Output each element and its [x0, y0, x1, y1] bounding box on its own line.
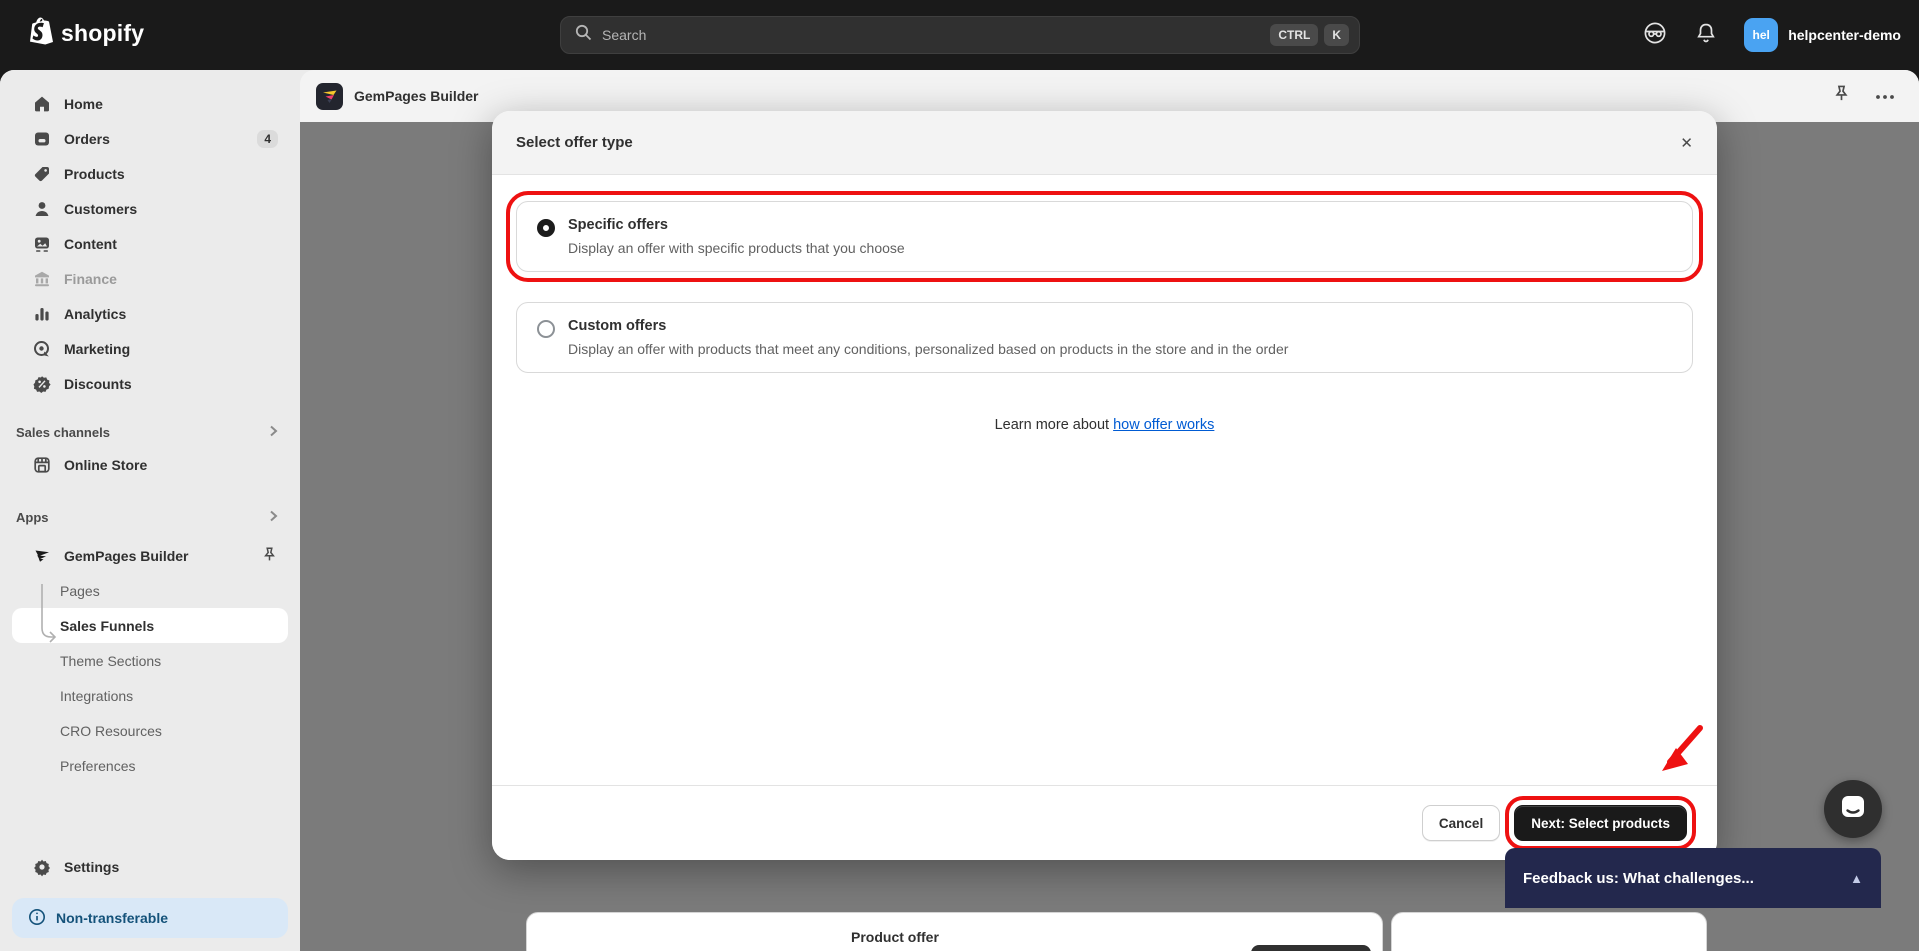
avatar: hel: [1744, 18, 1779, 52]
sidebar-item-orders[interactable]: Orders 4: [12, 121, 288, 156]
annotation-arrow: [1662, 725, 1703, 771]
sidebar-item-finance[interactable]: Finance: [12, 261, 288, 296]
chevron-right-icon: [266, 424, 280, 441]
sidebar-item-integrations[interactable]: Integrations: [12, 678, 288, 713]
home-icon: [32, 94, 52, 114]
products-tag-icon: [32, 164, 52, 184]
option-description: Display an offer with specific products …: [568, 240, 905, 256]
select-offer-type-modal: Select offer type ✕ Specific offers Disp…: [492, 111, 1717, 860]
feedback-bar[interactable]: Feedback us: What challenges... ▲: [1505, 848, 1881, 908]
pin-icon[interactable]: [1832, 84, 1851, 108]
option-title: Custom offers: [568, 318, 667, 334]
app-title: GemPages Builder: [354, 88, 479, 104]
modal-header: Select offer type ✕: [492, 111, 1717, 175]
sidebar-item-products[interactable]: Products: [12, 156, 288, 191]
sidebar-item-analytics[interactable]: Analytics: [12, 296, 288, 331]
analytics-icon: [32, 304, 52, 324]
sidebar-item-sales-funnels[interactable]: Sales Funnels: [12, 608, 288, 643]
gempages-flag-icon: [32, 546, 52, 566]
shopify-wordmark: shopify: [61, 20, 145, 46]
kbd-k: K: [1324, 24, 1349, 46]
info-icon: [28, 908, 46, 929]
option-title: Specific offers: [568, 217, 668, 233]
gear-icon: [32, 857, 52, 877]
chat-icon: [1838, 793, 1868, 826]
account-menu[interactable]: hel helpcenter-demo: [1744, 18, 1901, 52]
assistant-face-icon[interactable]: [1642, 20, 1668, 51]
pin-icon[interactable]: [261, 546, 278, 566]
sidebar-item-home[interactable]: Home: [12, 86, 288, 121]
orders-icon: [32, 129, 52, 149]
sidebar-item-marketing[interactable]: Marketing: [12, 331, 288, 366]
notifications-bell-icon[interactable]: [1694, 21, 1718, 50]
search-input[interactable]: Search CTRL K: [560, 16, 1360, 54]
cancel-button[interactable]: Cancel: [1421, 805, 1501, 841]
admin-frame: Home Orders 4 Products Customers Content…: [0, 70, 1919, 951]
option-custom-offers[interactable]: Custom offers Display an offer with prod…: [516, 302, 1693, 373]
sidebar-item-settings[interactable]: Settings: [12, 849, 288, 884]
option-specific-offers[interactable]: Specific offers Display an offer with sp…: [506, 191, 1703, 282]
close-icon[interactable]: ✕: [1680, 134, 1693, 152]
bg-side-panel: [1391, 912, 1707, 951]
chat-launcher-button[interactable]: [1824, 780, 1882, 838]
sidebar-item-cro-resources[interactable]: CRO Resources: [12, 713, 288, 748]
sidebar-item-discounts[interactable]: Discounts: [12, 366, 288, 401]
feedback-label: Feedback us: What challenges...: [1523, 869, 1754, 887]
more-options-icon[interactable]: [1875, 87, 1895, 105]
search-icon: [575, 24, 592, 46]
sidebar-item-customers[interactable]: Customers: [12, 191, 288, 226]
customers-icon: [32, 199, 52, 219]
sidebar-item-content[interactable]: Content: [12, 226, 288, 261]
sales-channels-section[interactable]: Sales channels: [0, 417, 300, 447]
sidebar-item-theme-sections[interactable]: Theme Sections: [12, 643, 288, 678]
how-offer-works-link[interactable]: how offer works: [1113, 417, 1214, 433]
sidebar: Home Orders 4 Products Customers Content…: [0, 70, 300, 951]
radio-selected-icon[interactable]: [537, 219, 555, 237]
storefront-icon: [32, 455, 52, 475]
chevron-right-icon: [266, 509, 280, 526]
orders-count-badge: 4: [257, 129, 278, 148]
non-transferable-banner[interactable]: Non-transferable: [12, 898, 288, 938]
shopify-bag-icon: [28, 17, 54, 50]
next-select-products-button[interactable]: Next: Select products: [1505, 796, 1696, 850]
apps-section[interactable]: Apps: [0, 502, 300, 532]
bg-dark-bottom-button: [1251, 945, 1371, 951]
modal-title: Select offer type: [516, 134, 633, 151]
shopify-logo[interactable]: shopify: [28, 17, 144, 50]
store-name: helpcenter-demo: [1788, 27, 1901, 43]
learn-more-line: Learn more about how offer works: [994, 417, 1215, 433]
sidebar-item-online-store[interactable]: Online Store: [12, 447, 288, 482]
sidebar-item-gempages[interactable]: GemPages Builder: [12, 538, 288, 573]
sidebar-item-preferences[interactable]: Preferences: [12, 748, 288, 783]
collapse-triangle-icon[interactable]: ▲: [1850, 871, 1863, 886]
marketing-icon: [32, 339, 52, 359]
radio-unselected-icon[interactable]: [537, 320, 555, 338]
kbd-ctrl: CTRL: [1270, 24, 1319, 46]
sidebar-item-pages[interactable]: Pages: [12, 573, 288, 608]
gempages-app-icon: [316, 82, 343, 110]
content-icon: [32, 234, 52, 254]
discounts-icon: [32, 374, 52, 394]
option-description: Display an offer with products that meet…: [568, 341, 1289, 357]
topbar: shopify Search CTRL K hel helpcenter-dem…: [0, 0, 1919, 70]
bg-product-offer-title: Product offer: [851, 929, 939, 945]
finance-icon: [32, 269, 52, 289]
search-placeholder: Search: [602, 27, 647, 43]
